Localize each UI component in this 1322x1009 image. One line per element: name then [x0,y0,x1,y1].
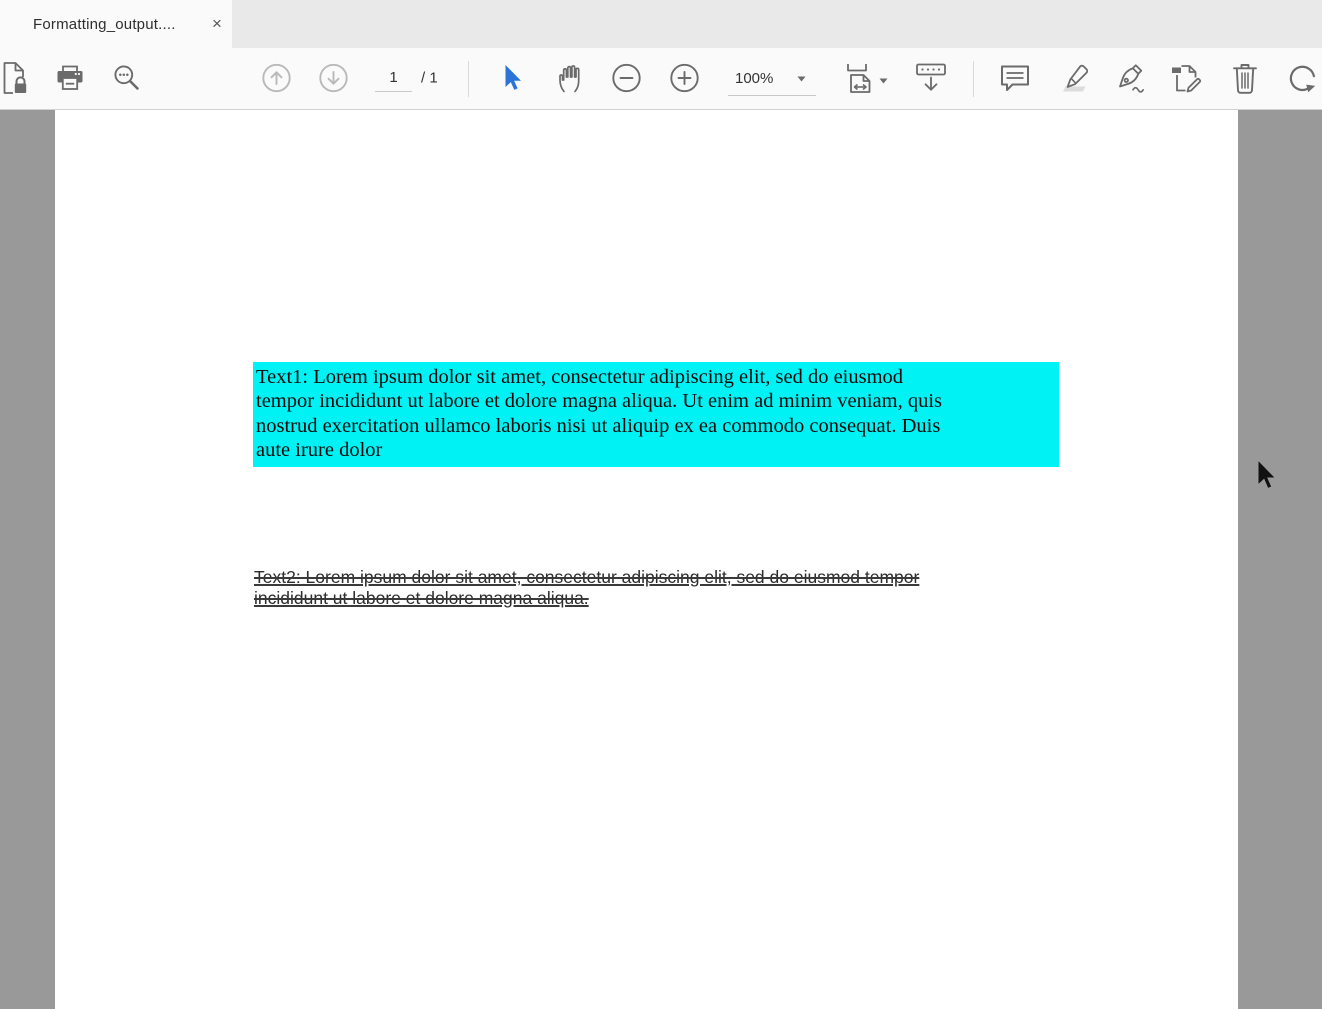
fit-width-icon[interactable] [845,63,878,94]
page-down-icon[interactable] [319,64,348,93]
document-tab[interactable]: Formatting_output.... [0,0,232,48]
text-line: nostrud exercitation ullamco laboris nis… [256,414,1059,438]
tab-title: Formatting_output.... [33,16,176,33]
text-line: Text2: Lorem ipsum dolor sit amet, conse… [254,567,919,588]
select-tool-icon[interactable] [504,65,524,92]
hand-tool-icon[interactable] [556,63,585,93]
document-lock-icon[interactable] [2,62,29,94]
search-icon[interactable] [113,64,141,92]
pdf-page[interactable]: Text1: Lorem ipsum dolor sit amet, conse… [55,110,1238,1009]
tab-bar: Formatting_output.... × [0,0,1322,48]
zoom-out-icon[interactable] [612,64,641,93]
chevron-down-icon[interactable] [879,78,888,84]
highlighted-text-annotation[interactable]: Text1: Lorem ipsum dolor sit amet, conse… [253,362,1059,467]
strikethrough-underline-text-annotation[interactable]: Text2: Lorem ipsum dolor sit amet, conse… [254,567,919,609]
zoom-level-dropdown[interactable]: 100% [728,61,816,96]
delete-icon[interactable] [1231,62,1259,94]
toolbar-separator [973,61,974,97]
hide-toolbar-icon[interactable] [914,63,948,94]
highlighter-icon[interactable] [1057,63,1090,93]
page-up-icon[interactable] [262,64,291,93]
pdf-viewer-window: Formatting_output.... × [0,0,1322,1009]
document-canvas[interactable]: Text1: Lorem ipsum dolor sit amet, conse… [0,110,1322,1009]
toolbar-separator [468,61,469,97]
text-line: tempor incididunt ut labore et dolore ma… [256,389,1059,413]
print-icon[interactable] [55,63,85,93]
text-line: Text1: Lorem ipsum dolor sit amet, conse… [256,365,1059,389]
comment-icon[interactable] [999,63,1031,93]
edit-pdf-icon[interactable] [1170,63,1204,93]
toolbar: / 1 [0,48,1322,110]
tab-close-icon[interactable]: × [207,14,227,34]
fill-sign-icon[interactable] [1113,63,1147,93]
page-number-input[interactable] [375,64,412,92]
text-line: incididunt ut labore et dolore magna ali… [254,588,919,609]
zoom-in-icon[interactable] [670,64,699,93]
redo-icon[interactable] [1287,63,1318,93]
zoom-level-value: 100% [735,70,773,87]
chevron-down-icon [797,69,806,87]
text-line: aute irure dolor [256,438,1059,462]
page-count-label: / 1 [421,70,438,87]
mouse-cursor [1256,459,1278,498]
